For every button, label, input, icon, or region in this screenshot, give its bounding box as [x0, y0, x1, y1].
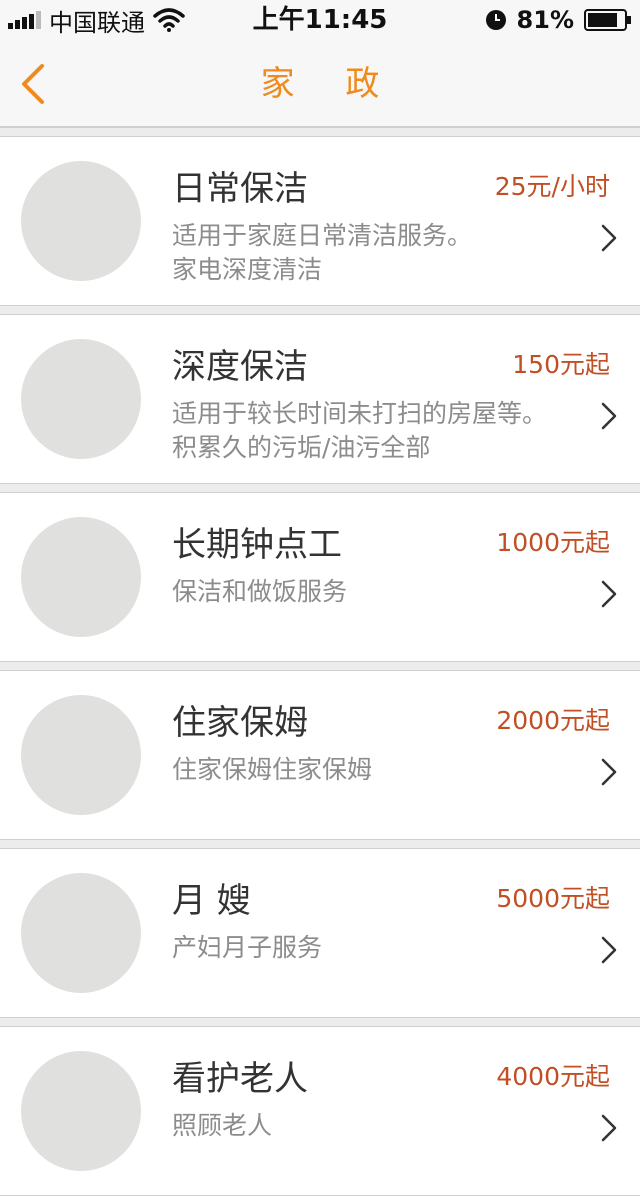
service-avatar	[21, 339, 141, 459]
service-description: 照顾老人	[172, 1109, 592, 1143]
chevron-right-icon	[601, 580, 617, 608]
chevron-right-icon	[601, 1114, 617, 1142]
service-title: 深度保洁	[172, 347, 308, 387]
service-price: 25元/小时	[494, 172, 610, 201]
service-title: 日常保洁	[172, 169, 308, 209]
service-description: 适用于家庭日常清洁服务。 家电深度清洁	[172, 219, 592, 287]
status-bar: 中国联通 上午11:45 81%	[0, 0, 640, 40]
battery-percent: 81%	[516, 6, 574, 34]
service-title: 看护老人	[172, 1059, 308, 1099]
service-avatar	[21, 695, 141, 815]
status-right: 81%	[485, 0, 632, 40]
service-title: 住家保姆	[172, 703, 308, 743]
service-item-deep-cleaning[interactable]: 深度保洁 150元起 适用于较长时间未打扫的房屋等。 积累久的污垢/油污全部	[0, 314, 640, 484]
service-description-line: 住家保姆住家保姆	[172, 755, 373, 784]
service-description-line: 照顾老人	[172, 1111, 273, 1140]
service-price: 5000元起	[496, 884, 610, 913]
service-description: 适用于较长时间未打扫的房屋等。 积累久的污垢/油污全部	[172, 397, 592, 465]
service-description-line: 产妇月子服务	[172, 933, 323, 962]
clock-icon	[485, 10, 506, 30]
service-description-line: 适用于家庭日常清洁服务。	[172, 221, 473, 250]
service-item-daily-cleaning[interactable]: 日常保洁 25元/小时 适用于家庭日常清洁服务。 家电深度清洁	[0, 136, 640, 306]
service-item-elderly-care[interactable]: 看护老人 4000元起 照顾老人	[0, 1026, 640, 1196]
service-description-line: 适用于较长时间未打扫的房屋等。	[172, 399, 548, 428]
service-description: 住家保姆住家保姆	[172, 753, 592, 787]
chevron-right-icon	[601, 758, 617, 786]
service-price: 1000元起	[496, 528, 610, 557]
service-item-live-in-nanny[interactable]: 住家保姆 2000元起 住家保姆住家保姆	[0, 670, 640, 840]
service-avatar	[21, 1051, 141, 1171]
chevron-right-icon	[601, 402, 617, 430]
navigation-bar: 家 政	[0, 40, 640, 128]
service-item-hourly-worker[interactable]: 长期钟点工 1000元起 保洁和做饭服务	[0, 492, 640, 662]
service-item-maternity-nurse[interactable]: 月 嫂 5000元起 产妇月子服务	[0, 848, 640, 1018]
battery-icon	[584, 9, 631, 31]
chevron-right-icon	[601, 224, 617, 252]
service-avatar	[21, 161, 141, 281]
page-title: 家 政	[260, 64, 400, 104]
service-price: 4000元起	[496, 1062, 610, 1091]
service-description-line: 家电深度清洁	[172, 255, 323, 284]
service-description: 产妇月子服务	[172, 931, 592, 965]
service-avatar	[21, 873, 141, 993]
service-price: 2000元起	[496, 706, 610, 735]
service-title: 长期钟点工	[172, 525, 342, 565]
service-description-line: 保洁和做饭服务	[172, 577, 348, 606]
service-price: 150元起	[512, 350, 610, 379]
service-title: 月 嫂	[172, 881, 251, 921]
service-description: 保洁和做饭服务	[172, 575, 592, 609]
service-avatar	[21, 517, 141, 637]
chevron-right-icon	[601, 936, 617, 964]
service-list: 日常保洁 25元/小时 适用于家庭日常清洁服务。 家电深度清洁 深度保洁 150…	[0, 128, 640, 1196]
service-description-line: 积累久的污垢/油污全部	[172, 433, 431, 462]
